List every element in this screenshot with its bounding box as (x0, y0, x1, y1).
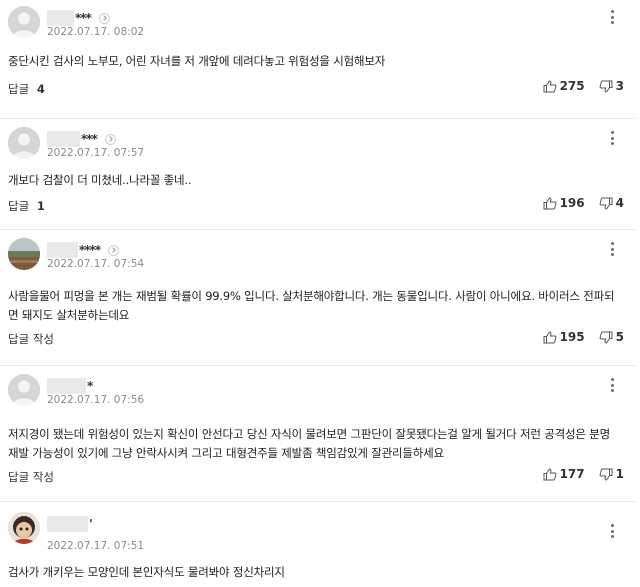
vote-group: 195 5 (543, 330, 624, 344)
comment-item: * 2022.07.17. 07:56 저지경이 됐는데 위험성이 있는지 확신… (0, 374, 636, 502)
reply-label: 답글 (8, 199, 30, 213)
comment-body: 검사가 개키우는 모양인데 본인자식도 물려봐야 정신차리지 (8, 565, 285, 579)
thumbs-down-icon (599, 468, 613, 481)
like-button[interactable]: 177 (543, 467, 585, 481)
author-row: *** (47, 9, 110, 27)
more-options-icon[interactable] (606, 240, 618, 258)
reply-write-button[interactable]: 답글 작성 (8, 331, 54, 347)
like-button[interactable]: 195 (543, 330, 585, 344)
reply-button[interactable]: 답글 4 (8, 81, 45, 97)
author-name-mask (47, 242, 78, 258)
author-name-mask (47, 10, 74, 26)
author-row: * (47, 377, 93, 395)
avatar[interactable] (8, 127, 40, 159)
comment-body: 개보다 검찰이 더 미쳤네..나라꼴 좋네.. (8, 173, 192, 187)
vote-group: 275 3 (543, 79, 624, 93)
comment-date: 2022.07.17. 07:56 (47, 394, 145, 406)
like-count: 196 (559, 196, 585, 210)
thumbs-up-icon (543, 79, 557, 92)
reply-write-button[interactable]: 답글 작성 (8, 469, 54, 485)
author-row: ' (47, 515, 93, 533)
vote-group: 196 4 (543, 196, 624, 210)
dislike-button[interactable]: 5 (599, 330, 624, 344)
dislike-button[interactable]: 3 (599, 79, 624, 93)
comment-date: 2022.07.17. 07:54 (47, 258, 145, 270)
author-name-mask (47, 131, 80, 147)
author-row: **** (47, 241, 120, 259)
dislike-button[interactable]: 1 (599, 467, 624, 481)
avatar[interactable] (8, 374, 40, 406)
dislike-count: 4 (615, 196, 624, 210)
comment-item: *** 2022.07.17. 08:02 중단시킨 검사의 노부모, 어린 자… (0, 6, 636, 119)
thumbs-down-icon (599, 197, 613, 210)
profile-arrow-icon[interactable] (98, 12, 110, 24)
thumbs-down-icon (599, 331, 613, 344)
thumbs-down-icon (599, 80, 613, 93)
comment-item: **** 2022.07.17. 07:54 사람을물어 피멍을 본 개는 재범… (0, 238, 636, 366)
like-count: 195 (559, 330, 585, 344)
more-options-icon[interactable] (606, 376, 618, 394)
avatar[interactable] (8, 6, 40, 38)
author-name[interactable]: **** (79, 243, 101, 257)
reply-label: 답글 (8, 82, 30, 96)
author-name[interactable]: ' (89, 517, 93, 531)
like-count: 177 (559, 467, 585, 481)
dislike-count: 1 (615, 467, 624, 481)
author-name[interactable]: * (87, 379, 93, 393)
author-name[interactable]: *** (81, 132, 98, 146)
thumbs-up-icon (543, 467, 557, 480)
comment-item: ' 2022.07.17. 07:51 검사가 개키우는 모양인데 본인자식도 … (0, 512, 636, 587)
author-name-mask (47, 378, 86, 394)
comment-body: 중단시킨 검사의 노부모, 어린 자녀를 저 개앞에 데려다놓고 위험성을 시험… (8, 54, 386, 68)
thumbs-up-icon (543, 196, 557, 209)
more-options-icon[interactable] (606, 8, 618, 26)
comment-date: 2022.07.17. 07:57 (47, 147, 145, 159)
comment-date: 2022.07.17. 08:02 (47, 26, 145, 38)
like-button[interactable]: 275 (543, 79, 585, 93)
more-options-icon[interactable] (606, 129, 618, 147)
author-name-mask (47, 516, 88, 532)
reply-count: 1 (36, 199, 45, 213)
comment-item: *** 2022.07.17. 07:57 개보다 검찰이 더 미쳤네..나라꼴… (0, 127, 636, 230)
comment-body: 저지경이 됐는데 위험성이 있는지 확신이 안선다고 당신 자식이 물려보면 그… (8, 427, 610, 460)
more-options-icon[interactable] (606, 522, 618, 540)
reply-count: 4 (36, 82, 45, 96)
comment-list: *** 2022.07.17. 08:02 중단시킨 검사의 노부모, 어린 자… (0, 0, 636, 587)
comment-date: 2022.07.17. 07:51 (47, 540, 145, 552)
like-count: 275 (559, 79, 585, 93)
dislike-count: 3 (615, 79, 624, 93)
thumbs-up-icon (543, 330, 557, 343)
vote-group: 177 1 (543, 467, 624, 481)
dislike-button[interactable]: 4 (599, 196, 624, 210)
author-name[interactable]: *** (75, 11, 92, 25)
like-button[interactable]: 196 (543, 196, 585, 210)
dislike-count: 5 (615, 330, 624, 344)
avatar[interactable] (8, 512, 40, 544)
profile-arrow-icon[interactable] (104, 133, 116, 145)
author-row: *** (47, 130, 116, 148)
reply-button[interactable]: 답글 1 (8, 198, 45, 214)
comment-body: 사람을물어 피멍을 본 개는 재범될 확률이 99.9% 입니다. 살처분해야합… (8, 289, 615, 322)
avatar[interactable] (8, 238, 40, 270)
profile-arrow-icon[interactable] (108, 244, 120, 256)
